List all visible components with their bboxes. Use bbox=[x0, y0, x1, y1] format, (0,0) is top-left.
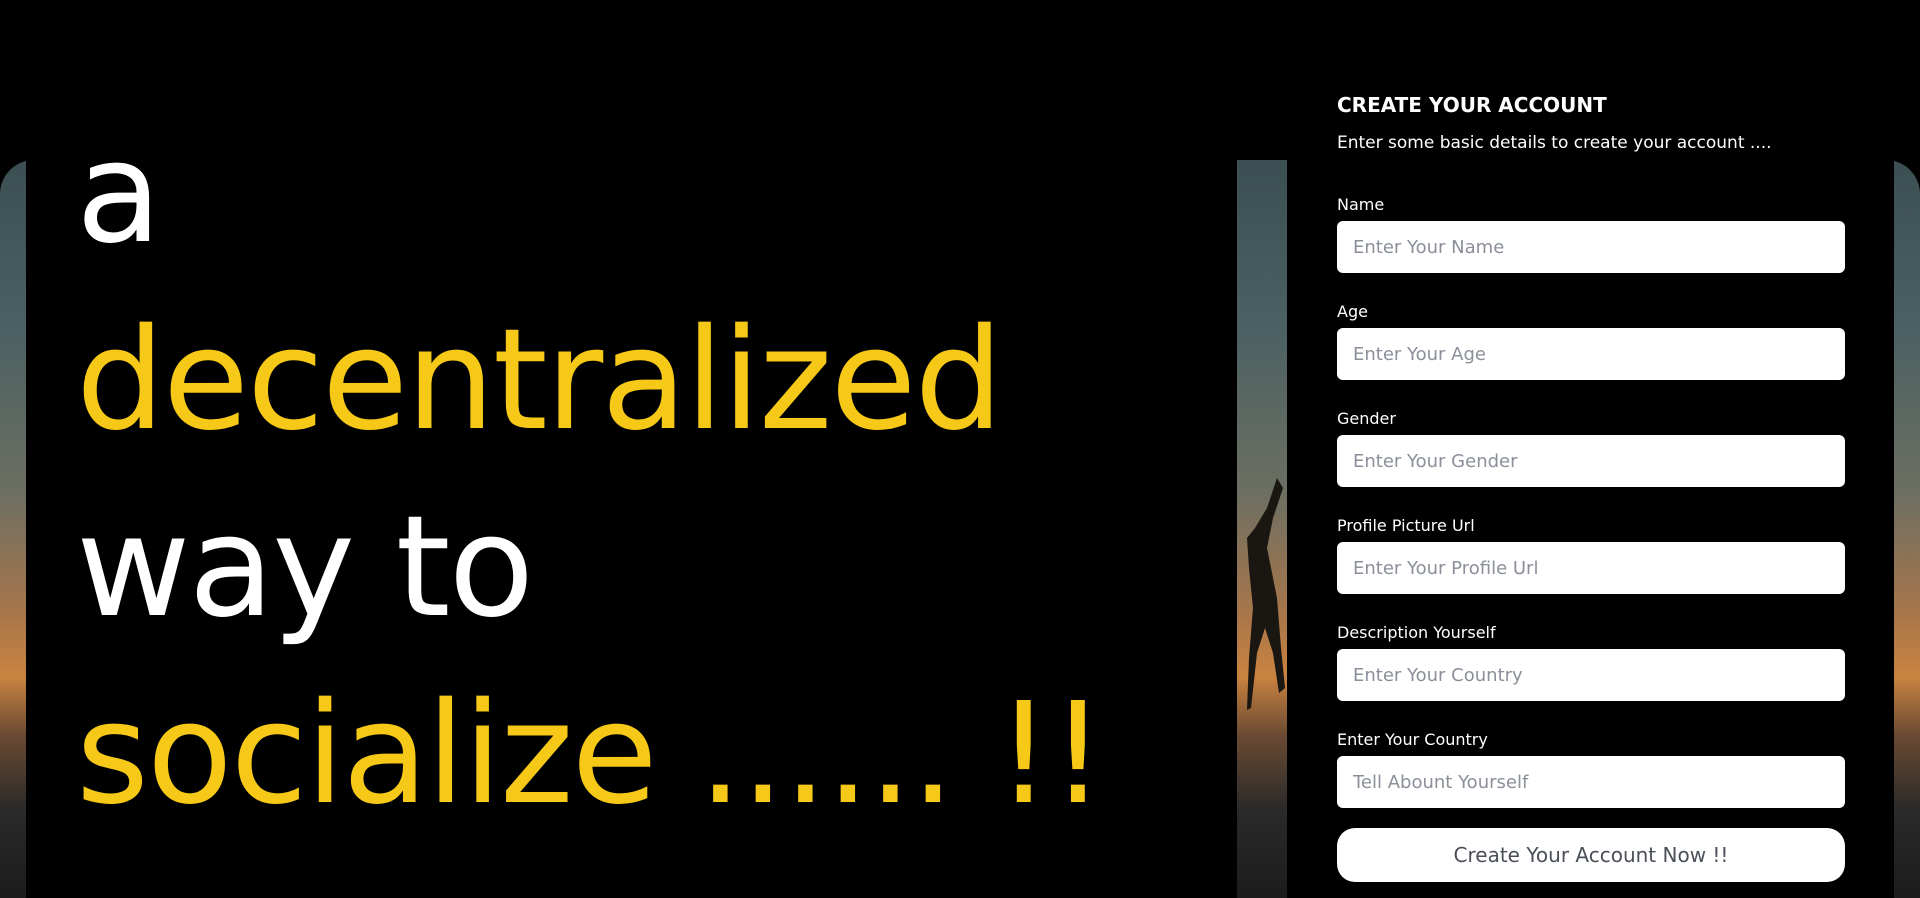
gender-label: Gender bbox=[1337, 409, 1396, 428]
country-input[interactable] bbox=[1337, 756, 1845, 808]
age-input[interactable] bbox=[1337, 328, 1845, 380]
profile-url-label: Profile Picture Url bbox=[1337, 516, 1475, 535]
gender-input[interactable] bbox=[1337, 435, 1845, 487]
form-subtitle: Enter some basic details to create your … bbox=[1337, 133, 1772, 153]
hero-line-3: way to bbox=[76, 486, 534, 649]
name-label: Name bbox=[1337, 195, 1385, 214]
description-label: Description Yourself bbox=[1337, 623, 1496, 642]
country-label: Enter Your Country bbox=[1337, 730, 1488, 749]
form-title: CREATE YOUR ACCOUNT bbox=[1337, 93, 1607, 117]
signup-page: a decentralized way to socialize ...... … bbox=[0, 0, 1920, 898]
hero-headline: a decentralized way to socialize ...... … bbox=[76, 100, 1106, 848]
hero-line-4: socialize ...... !! bbox=[76, 673, 1106, 836]
name-input[interactable] bbox=[1337, 221, 1845, 273]
profile-url-input[interactable] bbox=[1337, 542, 1845, 594]
hero-line-2: decentralized bbox=[76, 299, 1003, 462]
person-silhouette-image bbox=[1247, 478, 1285, 710]
age-label: Age bbox=[1337, 302, 1368, 321]
description-input[interactable] bbox=[1337, 649, 1845, 701]
create-account-button[interactable]: Create Your Account Now !! bbox=[1337, 828, 1845, 882]
hero-line-1: a bbox=[76, 112, 162, 275]
